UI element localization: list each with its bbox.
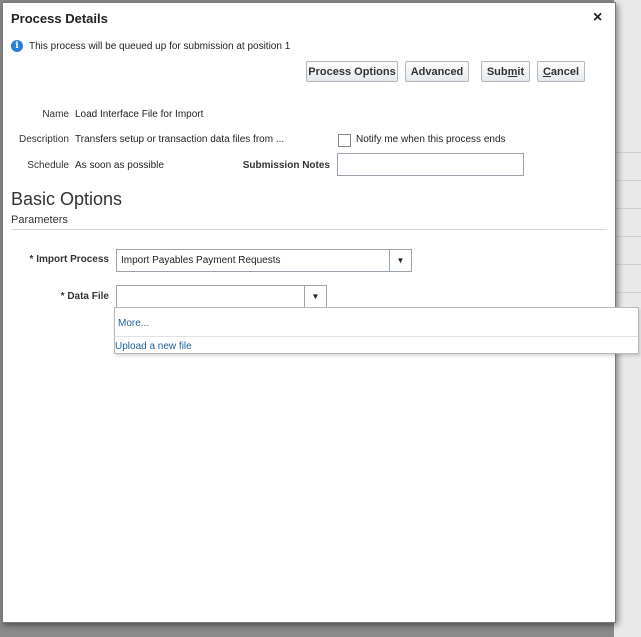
upload-new-file-link[interactable]: Upload a new file — [115, 341, 192, 352]
description-value: Transfers setup or transaction data file… — [75, 134, 285, 145]
close-icon[interactable]: × — [593, 9, 602, 27]
dropdown-separator — [115, 336, 638, 337]
submit-button[interactable]: Sub m it — [481, 61, 530, 82]
name-label: Name — [42, 109, 69, 120]
chevron-down-icon[interactable]: ▼ — [389, 250, 411, 271]
data-file-select[interactable]: ▼ — [116, 285, 327, 308]
required-marker: * — [60, 291, 65, 302]
more-option[interactable]: More... — [118, 318, 149, 329]
data-file-dropdown-list: More... Upload a new file — [114, 307, 639, 354]
schedule-label: Schedule — [27, 160, 69, 171]
schedule-value: As soon as possible — [75, 160, 164, 171]
cancel-access-key: C — [542, 65, 551, 78]
submit-access-key: m — [507, 65, 518, 78]
section-divider — [11, 229, 607, 230]
name-value: Load Interface File for Import — [75, 109, 204, 120]
cancel-label-end: ancel — [550, 65, 580, 78]
import-process-value: Import Payables Payment Requests — [121, 255, 281, 266]
dialog-title: Process Details — [11, 11, 108, 26]
notify-checkbox[interactable] — [338, 134, 351, 147]
description-label: Description — [18, 134, 69, 145]
info-message: i This process will be queued up for sub… — [11, 40, 290, 52]
info-message-text: This process will be queued up for submi… — [29, 40, 291, 52]
import-process-label: * Import Process — [19, 254, 110, 265]
parameters-heading: Parameters — [11, 214, 68, 226]
submit-label-end: it — [517, 65, 525, 78]
basic-options-heading: Basic Options — [11, 189, 123, 209]
chevron-down-icon[interactable]: ▼ — [304, 286, 326, 307]
data-file-label: * Data File — [19, 291, 109, 302]
submission-notes-input[interactable] — [337, 153, 524, 176]
import-process-select[interactable]: Import Payables Payment Requests ▼ — [116, 249, 412, 272]
submit-label-start: Sub — [486, 65, 508, 78]
required-marker: * — [29, 254, 34, 265]
submission-notes-label: Submission Notes — [242, 160, 330, 171]
cancel-button[interactable]: Cancel — [537, 61, 585, 82]
notify-label: Notify me when this process ends — [356, 134, 506, 145]
import-process-label-text: Import Process — [36, 254, 109, 265]
data-file-label-text: Data File — [67, 291, 109, 302]
info-icon: i — [11, 40, 23, 52]
advanced-button[interactable]: Advanced — [405, 61, 469, 82]
process-options-button[interactable]: Process Options — [306, 61, 398, 82]
